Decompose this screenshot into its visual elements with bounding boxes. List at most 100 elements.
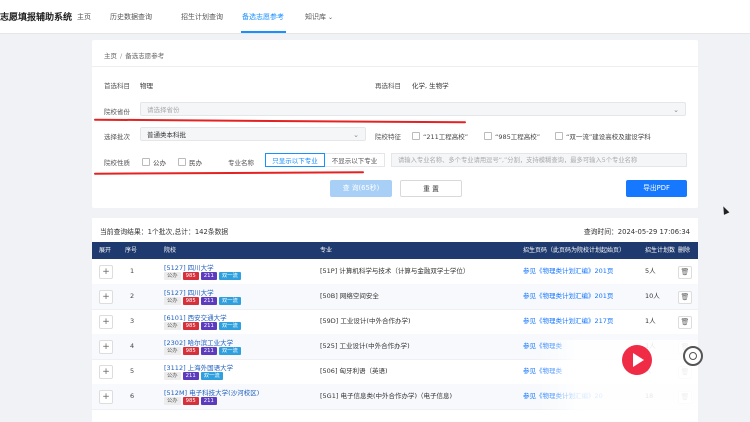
play-triangle-icon bbox=[633, 353, 644, 367]
page-ref-link[interactable]: 参见《物理类计划汇编》201页 bbox=[523, 284, 613, 309]
tag-985: 985 bbox=[182, 397, 199, 405]
province-placeholder: 请选择省份 bbox=[147, 106, 180, 114]
row-index: 3 bbox=[130, 317, 135, 325]
export-pdf-button[interactable]: 导出PDF bbox=[626, 180, 687, 197]
major-keyword-input[interactable]: 请输入专业名称、多个专业请用逗号“,”分割，支持模糊查询，最多可输入5个专业名称 bbox=[391, 153, 687, 167]
primary-subject-label: 首选科目 bbox=[104, 82, 130, 90]
breadcrumb-separator: / bbox=[120, 52, 123, 60]
nav-history-query[interactable]: 历史数据查询 bbox=[110, 12, 152, 22]
tag-211: 211 bbox=[182, 372, 199, 380]
col-major: 专业 bbox=[320, 247, 333, 254]
col-delete: 删除 bbox=[678, 247, 691, 254]
nature-private-checkbox[interactable]: 民办 bbox=[178, 157, 202, 167]
major-name: [5G1] 电子信息类(中外合作办学)（电子信息) bbox=[320, 392, 453, 400]
record-icon[interactable] bbox=[683, 346, 703, 366]
school-name[interactable]: [5127] 四川大学 bbox=[164, 287, 214, 297]
expand-plus-icon[interactable]: + bbox=[99, 390, 113, 404]
brand-title: 志愿填报辅助系统 bbox=[0, 13, 73, 23]
mode-show-only-button[interactable]: 只显示以下专业 bbox=[265, 153, 325, 167]
mode-exclude-button[interactable]: 不显示以下专业 bbox=[325, 153, 385, 167]
tag-985: 985 bbox=[182, 297, 199, 305]
table-row: + 3 [6101] 西安交通大学 公办 985 211 双一流 [59D] 工业设计… bbox=[92, 309, 698, 335]
nature-public-checkbox[interactable]: 公办 bbox=[142, 157, 166, 167]
expand-plus-icon[interactable]: + bbox=[99, 340, 113, 354]
trash-icon[interactable]: 🗑 bbox=[678, 316, 692, 329]
batch-select[interactable]: 普通类本科批 ⌄ bbox=[140, 127, 366, 141]
table-row: + 2 [5127] 四川大学 公办 985 211 双一流 [50B] 网络空间安全… bbox=[92, 284, 698, 310]
school-name[interactable]: [2302] 哈尔滨工业大学 bbox=[164, 337, 233, 347]
chevron-down-icon: ⌄ bbox=[673, 106, 679, 114]
tag-public: 公办 bbox=[164, 397, 181, 405]
query-button[interactable]: 查 询(65秒) bbox=[330, 180, 392, 197]
nav-alternative-reference[interactable]: 备选志愿参考 bbox=[242, 12, 284, 22]
checkbox-icon bbox=[412, 132, 420, 140]
school-tags: 公办 211 双一流 bbox=[164, 372, 225, 380]
feature-double-first-checkbox[interactable]: “双一流”建设高校及建设学科 bbox=[555, 131, 651, 141]
feature-985-checkbox[interactable]: “985工程高校” bbox=[484, 131, 540, 141]
row-index: 5 bbox=[130, 367, 135, 375]
expand-plus-icon[interactable]: + bbox=[99, 265, 113, 279]
table-row: + 1 [5127] 四川大学 公办 985 211 双一流 [51P] 计算机科学与… bbox=[92, 259, 698, 285]
feature-label: 院校特征 bbox=[375, 133, 401, 141]
major-name-label: 专业名称 bbox=[228, 159, 254, 167]
school-name[interactable]: [6101] 西安交通大学 bbox=[164, 312, 227, 322]
results-summary: 当前查询结果：1个批次,总计：142条数据 bbox=[100, 228, 229, 236]
tag-double-first-class: 双一流 bbox=[200, 372, 223, 380]
reset-button[interactable]: 重 置 bbox=[400, 180, 462, 197]
row-index: 2 bbox=[130, 292, 135, 300]
school-name[interactable]: [3112] 上海外国语大学 bbox=[164, 362, 233, 372]
page-ref-link[interactable]: 参见《物理类计划汇编》217页 bbox=[523, 309, 613, 334]
tag-211: 211 bbox=[200, 397, 217, 405]
nature-private-label: 民办 bbox=[189, 159, 202, 167]
tag-211: 211 bbox=[200, 347, 217, 355]
tag-211: 211 bbox=[200, 272, 217, 280]
top-navbar: 志愿填报辅助系统 主页 历史数据查询 招生计划查询 备选志愿参考 知识库 ⌄ bbox=[0, 0, 750, 34]
col-expand: 展开 bbox=[99, 247, 112, 254]
row-index: 4 bbox=[130, 342, 135, 350]
trash-icon[interactable]: 🗑 bbox=[678, 266, 692, 279]
page-ref-link[interactable]: 参见《物理类计划汇编》201页 bbox=[523, 259, 613, 284]
tag-211: 211 bbox=[200, 322, 217, 330]
plan-count: 1人 bbox=[645, 317, 656, 325]
table-header: 展开 序号 院校 专业 招生页码（此页码为院校计划起始页） 招生计划数 删除 bbox=[92, 242, 698, 259]
breadcrumb-home[interactable]: 主页 bbox=[104, 52, 117, 60]
breadcrumb-current: 备选志愿参考 bbox=[125, 52, 165, 60]
table-row bbox=[92, 410, 698, 416]
school-tags: 公办 985 211 双一流 bbox=[164, 347, 243, 355]
query-time: 查询时间：2024-05-29 17:06:34 bbox=[583, 228, 690, 236]
expand-plus-icon[interactable]: + bbox=[99, 290, 113, 304]
plan-count: 5人 bbox=[645, 267, 656, 275]
row-index: 6 bbox=[130, 392, 135, 400]
batch-label: 选择批次 bbox=[104, 133, 130, 141]
tag-public: 公办 bbox=[164, 297, 181, 305]
active-tab-indicator bbox=[241, 31, 286, 33]
school-name[interactable]: [512M] 电子科技大学(沙河校区) bbox=[164, 387, 259, 397]
checkbox-icon bbox=[484, 132, 492, 140]
tag-double-first-class: 双一流 bbox=[218, 347, 241, 355]
watermark-overlay bbox=[538, 340, 698, 410]
play-icon[interactable] bbox=[622, 345, 652, 375]
school-name[interactable]: [5127] 四川大学 bbox=[164, 262, 214, 272]
tag-985: 985 bbox=[182, 347, 199, 355]
nav-enrollment-plan[interactable]: 招生计划查询 bbox=[181, 12, 223, 22]
trash-icon[interactable]: 🗑 bbox=[678, 291, 692, 304]
tag-985: 985 bbox=[182, 322, 199, 330]
nav-home[interactable]: 主页 bbox=[77, 12, 91, 22]
expand-plus-icon[interactable]: + bbox=[99, 315, 113, 329]
secondary-subject-value: 化学, 生物学 bbox=[412, 82, 449, 90]
checkbox-icon bbox=[178, 158, 186, 166]
checkbox-icon bbox=[555, 132, 563, 140]
major-name: [525] 工业设计(中外合作办学) bbox=[320, 342, 410, 350]
feature-211-checkbox[interactable]: “211工程高校” bbox=[412, 131, 468, 141]
feature-211-label: “211工程高校” bbox=[423, 133, 469, 141]
tag-double-first-class: 双一流 bbox=[218, 272, 241, 280]
nav-knowledge-base[interactable]: 知识库 ⌄ bbox=[305, 12, 333, 22]
col-page-ref: 招生页码（此页码为院校计划起始页） bbox=[523, 247, 626, 254]
col-school: 院校 bbox=[164, 247, 177, 254]
expand-plus-icon[interactable]: + bbox=[99, 365, 113, 379]
checkbox-icon bbox=[142, 158, 150, 166]
school-tags: 公办 985 211 bbox=[164, 397, 219, 405]
school-tags: 公办 985 211 双一流 bbox=[164, 297, 243, 305]
province-select[interactable]: 请选择省份 ⌄ bbox=[140, 102, 686, 116]
filter-card: 主页 / 备选志愿参考 首选科目 物理 再选科目 化学, 生物学 院校省份 请选择省… bbox=[92, 40, 698, 208]
